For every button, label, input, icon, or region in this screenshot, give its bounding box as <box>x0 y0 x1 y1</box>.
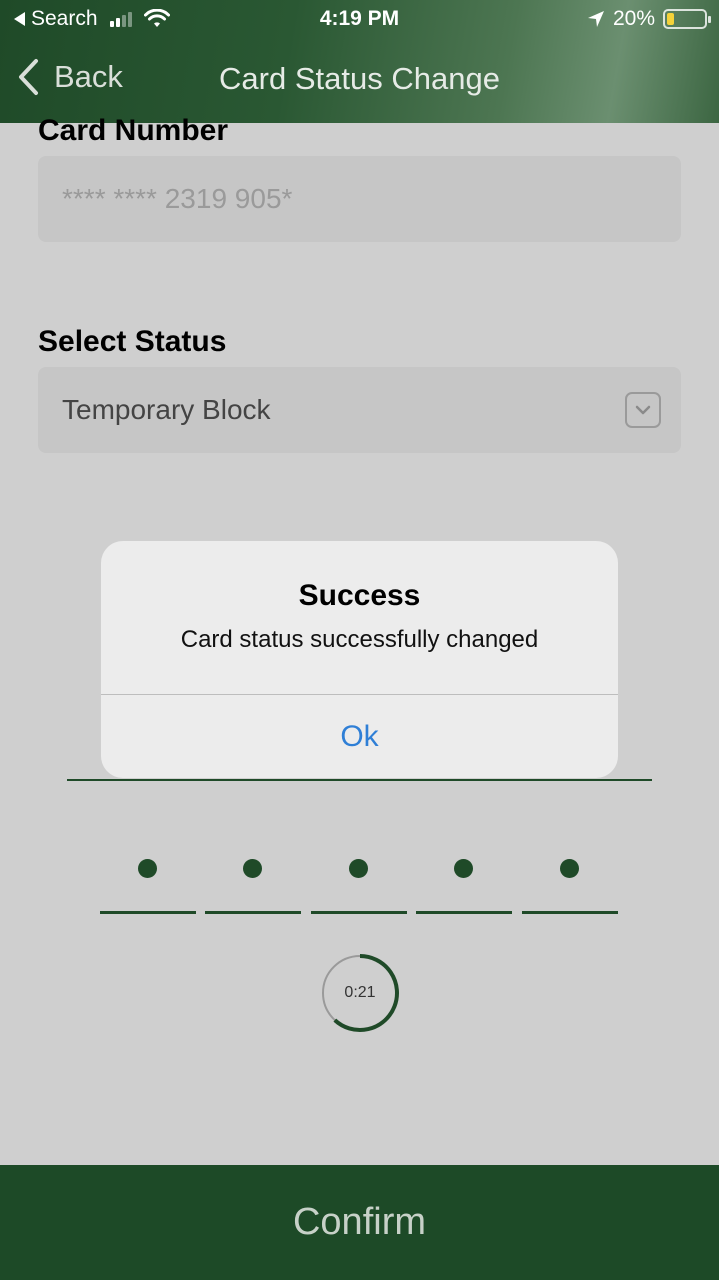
chevron-down-icon <box>635 405 651 415</box>
dialog-title: Success <box>298 579 421 612</box>
dropdown-toggle-button[interactable] <box>625 392 661 428</box>
otp-underline <box>100 911 196 914</box>
card-number-label: Card Number <box>38 114 229 147</box>
countdown-timer: 0:21 <box>320 953 400 1033</box>
otp-underline <box>522 911 618 914</box>
otp-dot <box>560 859 579 878</box>
input-underline <box>67 779 652 781</box>
otp-digit-1[interactable] <box>100 852 196 916</box>
success-alert-dialog: Success Card status successfully changed… <box>101 541 618 778</box>
otp-dot <box>243 859 262 878</box>
battery-icon <box>663 9 711 29</box>
otp-dot <box>138 859 157 878</box>
location-arrow-icon <box>587 11 604 27</box>
battery-percentage: 20% <box>612 7 655 30</box>
otp-underline <box>205 911 301 914</box>
status-dropdown-value: Temporary Block <box>62 394 271 425</box>
otp-underline <box>416 911 512 914</box>
page-title: Card Status Change <box>219 61 500 96</box>
status-bar-right: 20% <box>587 7 711 31</box>
status-dropdown[interactable]: Temporary Block <box>38 367 681 453</box>
otp-digit-3[interactable] <box>311 852 407 916</box>
ok-button[interactable]: Ok <box>101 695 618 778</box>
otp-digit-5[interactable] <box>522 852 618 916</box>
countdown-timer-text: 0:21 <box>344 984 376 1001</box>
card-number-field: **** **** 2319 905* <box>38 156 681 242</box>
otp-dot <box>454 859 473 878</box>
otp-digit-2[interactable] <box>205 852 301 916</box>
header: Search 4:19 PM 20% Back Card Status Chan… <box>0 0 719 123</box>
confirm-button[interactable]: Confirm <box>0 1165 719 1280</box>
otp-underline <box>311 911 407 914</box>
status-bar: Search 4:19 PM 20% <box>0 0 719 40</box>
otp-digit-4[interactable] <box>416 852 512 916</box>
screen: Search 4:19 PM 20% Back Card Status Chan… <box>0 0 719 1280</box>
battery-level-fill <box>667 13 674 25</box>
otp-input[interactable] <box>100 852 620 922</box>
otp-dot <box>349 859 368 878</box>
dialog-message: Card status successfully changed <box>180 626 539 653</box>
select-status-label: Select Status <box>38 325 227 358</box>
